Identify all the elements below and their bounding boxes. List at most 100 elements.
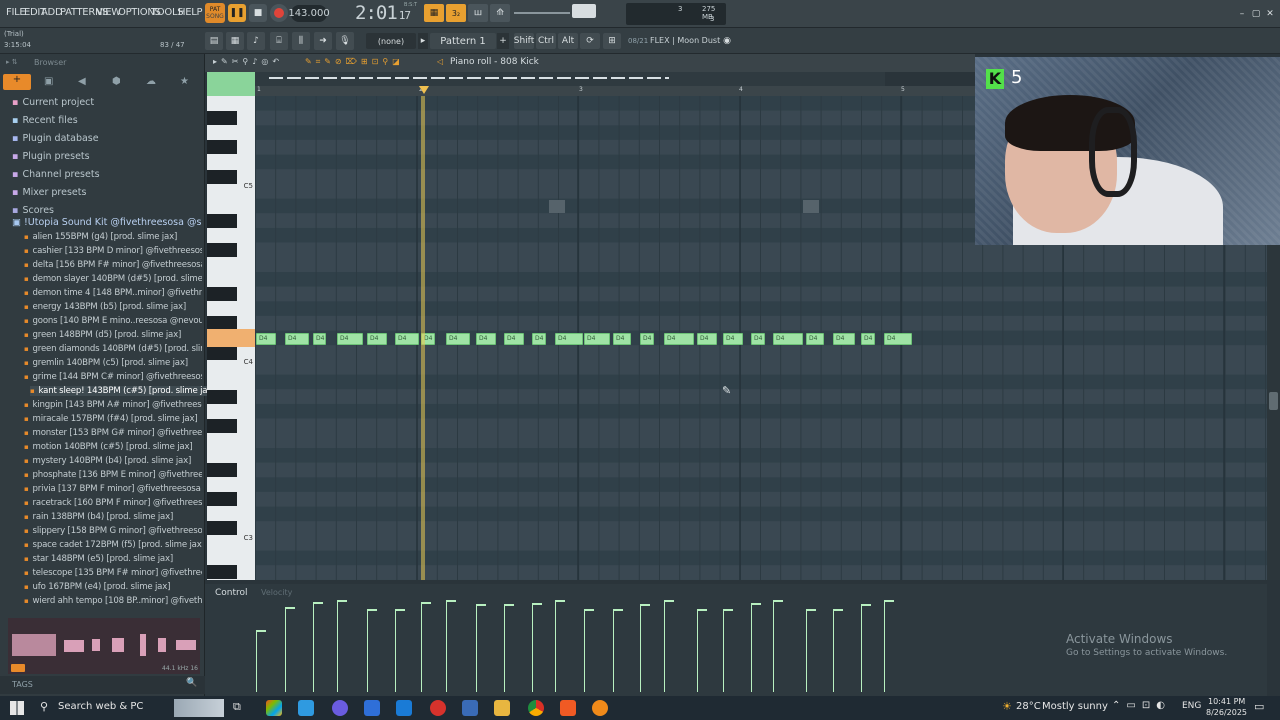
velocity-bar[interactable] <box>613 609 614 692</box>
browser-file[interactable]: ▪ demon slayer 140BPM (d#5) [prod. slime … <box>24 274 202 284</box>
velocity-bar[interactable] <box>751 603 752 692</box>
notification-icon[interactable]: ▭ <box>1254 700 1264 713</box>
piano-roll-icon[interactable]: ♪ <box>247 32 265 50</box>
chrome-icon[interactable] <box>528 700 544 716</box>
velocity-bar-cap[interactable] <box>723 609 733 611</box>
tags-label[interactable]: TAGS <box>12 680 33 689</box>
brave-icon[interactable] <box>560 700 576 716</box>
velocity-bar[interactable] <box>884 600 885 692</box>
blend-notes-icon[interactable]: ⟰ <box>490 4 510 22</box>
minimize-icon[interactable]: – <box>1236 8 1248 20</box>
black-key[interactable] <box>207 243 237 257</box>
velocity-bar[interactable] <box>723 609 724 692</box>
browser-file[interactable]: ▪phosphate [136 BPM E minor] @fivethrees… <box>24 470 202 480</box>
velocity-bar[interactable] <box>664 600 665 692</box>
copilot-icon[interactable] <box>266 700 282 716</box>
pattern-prev-icon[interactable]: ▸ <box>418 33 428 49</box>
speaker-icon[interactable]: ◁ <box>437 57 443 66</box>
velocity-bar-cap[interactable] <box>395 609 405 611</box>
note[interactable]: D4 <box>337 333 363 345</box>
news-cart-icon[interactable]: ⊞ <box>603 33 621 49</box>
note[interactable]: D4 <box>640 333 654 345</box>
weather-temp[interactable]: 28°C <box>1016 701 1041 712</box>
velocity-bar[interactable] <box>555 600 556 692</box>
wait-input-button[interactable]: ꟺ <box>468 4 488 22</box>
velocity-bar-cap[interactable] <box>884 600 894 602</box>
maximize-icon[interactable]: ▢ <box>1250 8 1262 20</box>
note[interactable]: D4 <box>256 333 276 345</box>
horizontal-zoom-bar[interactable] <box>255 72 885 86</box>
browser-file-selected[interactable]: ▪ kant sleep! 143BPM (c#5) [prod. slime j… <box>30 386 208 396</box>
song-position-time[interactable]: 2:01 17 <box>355 2 411 24</box>
browser-arrows-icon[interactable]: ▸ ⇅ <box>6 58 18 66</box>
black-key[interactable] <box>207 213 237 228</box>
browser-cloud-icon[interactable]: ☁ <box>146 76 156 87</box>
browser-file[interactable]: ▪ racetrack [160 BPM F minor] @fivethrees… <box>24 498 202 508</box>
close-icon[interactable]: ✕ <box>1264 8 1276 20</box>
pat-song-toggle[interactable]: PAT SONG <box>205 3 225 23</box>
black-key[interactable] <box>207 418 237 433</box>
browser-file[interactable]: ▪ slippery [158 BPM G minor] @fivethreeso… <box>24 526 202 536</box>
note[interactable]: D4 <box>773 333 803 345</box>
velocity-bar[interactable] <box>476 604 477 692</box>
velocity-bar-cap[interactable] <box>584 609 594 611</box>
countdown-button[interactable]: 3₂ <box>446 4 466 22</box>
taskbar-search-box[interactable]: Search web & PC <box>58 701 143 712</box>
piano-roll-edit-tools-icon[interactable]: ✎⌗✎⊘⌦⊞⊡⚲◪ <box>305 57 404 67</box>
microphone-icon[interactable]: 🎙 <box>336 32 354 50</box>
browser-file[interactable]: ▪demon time 4 [148 BPM..minor] @fivethre… <box>24 288 202 298</box>
browser-file[interactable]: ▪ gremlin 140BPM (c5) [prod. slime jax] <box>24 358 202 368</box>
browser-folder-utopia[interactable]: ▣!Utopia Sound Kit @fivethreesosa @slime… <box>12 217 202 228</box>
velocity-bar[interactable] <box>773 600 774 692</box>
pattern-select[interactable]: Pattern 1 <box>430 33 496 49</box>
mixer-icon[interactable]: ⫼ <box>292 32 310 50</box>
black-key[interactable] <box>207 111 237 126</box>
velocity-bar[interactable] <box>421 602 422 692</box>
clock-date[interactable]: 8/26/2025 <box>1206 708 1247 717</box>
browser-file[interactable]: ▪ ufo 167BPM (e4) [prod. slime jax] <box>24 582 202 592</box>
velocity-bar-cap[interactable] <box>532 603 542 605</box>
calculator-icon[interactable] <box>364 700 380 716</box>
velocity-bar-cap[interactable] <box>861 604 871 606</box>
language-indicator[interactable]: ENG <box>1182 701 1201 711</box>
sample-preview[interactable]: 44.1 kHz 16 <box>8 618 200 674</box>
snap-icon[interactable]: ⟳ <box>580 33 600 49</box>
velocity-bar-cap[interactable] <box>833 609 843 611</box>
channel-rack-icon[interactable]: ▦ <box>226 32 244 50</box>
pause-button[interactable]: ❚❚ <box>228 4 246 22</box>
browser-section-6[interactable]: ▪ Scores <box>12 205 202 216</box>
browser-star-icon[interactable]: ★ <box>180 76 189 87</box>
tempo-display[interactable]: 143.000 <box>288 5 330 22</box>
black-key[interactable] <box>207 492 237 507</box>
velocity-bar-cap[interactable] <box>421 602 431 604</box>
velocity-bar[interactable] <box>806 609 807 692</box>
browser-file[interactable]: ▪ motion 140BPM (c#5) [prod. slime jax] <box>24 442 202 452</box>
velocity-bar[interactable] <box>640 604 641 692</box>
browser-file[interactable]: ▪ grime [144 BPM C# minor] @fivethreesosa <box>24 372 202 382</box>
velocity-bar[interactable] <box>584 609 585 692</box>
outlook-icon[interactable] <box>396 700 412 716</box>
velocity-bar[interactable] <box>532 603 533 692</box>
velocity-bar[interactable] <box>395 609 396 692</box>
note[interactable]: D4 <box>861 333 875 345</box>
browser-speaker-icon[interactable]: ◀ <box>78 76 86 87</box>
browser-file[interactable]: ▪ miracale 157BPM (f#4) [prod. slime jax] <box>24 414 202 424</box>
piano-roll-tools-icon[interactable]: ▸✎✂⚲♪◎↶ <box>213 57 283 66</box>
velocity-bar[interactable] <box>697 609 698 692</box>
browser-file[interactable]: ▪ monster [153 BPM G# minor] @fivethreeso… <box>24 428 202 438</box>
piano-roll-title[interactable]: Piano roll - 808 Kick <box>450 57 539 67</box>
black-key[interactable] <box>207 286 237 301</box>
playhead-marker-icon[interactable] <box>419 86 429 94</box>
velocity-bar-cap[interactable] <box>285 607 295 609</box>
velocity-bar[interactable] <box>861 604 862 692</box>
velocity-bar-cap[interactable] <box>613 609 623 611</box>
add-pattern-icon[interactable]: + <box>497 33 509 49</box>
app-icon-blue[interactable] <box>462 700 478 716</box>
browser-section-3[interactable]: ▪ Plugin presets <box>12 151 202 162</box>
master-volume-slider[interactable] <box>572 4 596 18</box>
vertical-scroll-thumb[interactable] <box>1269 392 1278 410</box>
stop-button[interactable]: ■ <box>249 4 267 22</box>
browser-plugin-icon[interactable]: ⬢ <box>112 76 121 87</box>
record-button[interactable] <box>270 4 288 22</box>
fl-studio-icon[interactable] <box>592 700 608 716</box>
